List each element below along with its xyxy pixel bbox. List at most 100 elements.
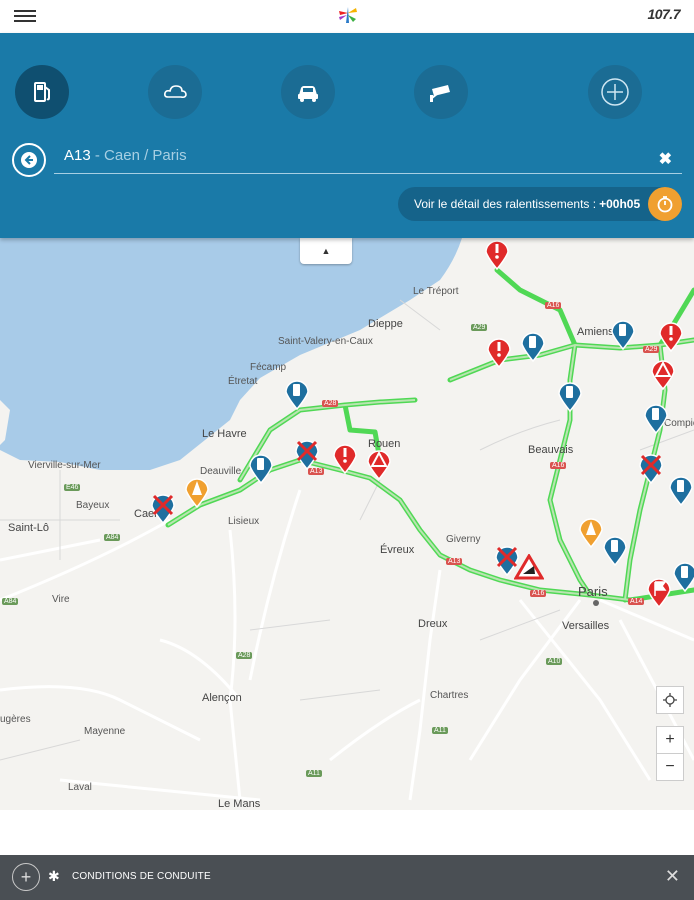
map-label-le-mans: Le Mans <box>218 798 261 810</box>
plus-icon <box>601 78 629 106</box>
camera-category-button[interactable] <box>414 65 468 119</box>
map-label-chartres: Chartres <box>430 690 469 701</box>
map-label-alencon: Alençon <box>202 692 242 704</box>
collapse-panel-button[interactable]: ▲ <box>300 238 352 264</box>
route-underline <box>54 173 682 174</box>
road-chip: A16 <box>530 590 547 597</box>
road-chip: A11 <box>306 770 322 777</box>
fuel-category-button[interactable] <box>15 65 69 119</box>
road-chip: A13 <box>446 558 463 565</box>
route-panel: A13 - Caen / Paris ✖ Voir le détail des … <box>0 33 694 238</box>
back-button[interactable] <box>12 143 46 177</box>
fuel-station-marker-icon[interactable] <box>284 378 310 410</box>
closed-station-marker-icon[interactable] <box>638 452 664 484</box>
zoom-out-button[interactable]: − <box>656 753 684 781</box>
map-label-fecamp: Fécamp <box>250 362 287 373</box>
accident-marker-icon[interactable] <box>650 358 676 390</box>
road-chip: E46 <box>64 484 81 491</box>
map-label-dieppe: Dieppe <box>368 318 403 330</box>
closed-station-marker-icon[interactable] <box>150 492 176 524</box>
road-chip: A16 <box>550 462 567 469</box>
fuel-station-marker-icon[interactable] <box>643 402 669 434</box>
crosshair-icon <box>663 693 677 707</box>
station-logo <box>336 3 360 27</box>
map-label-saint-valery: Saint-Valery-en-Caux <box>278 336 373 347</box>
fuel-station-marker-icon[interactable] <box>610 318 636 350</box>
route-direction: Caen / Paris <box>104 147 187 164</box>
app-root: 107.7 A13 - Caen / Paris ✖ Voir le détai… <box>0 0 694 900</box>
roadworks-marker-icon[interactable] <box>184 476 210 508</box>
road-chip: A11 <box>432 727 448 734</box>
fuel-station-marker-icon[interactable] <box>672 560 694 592</box>
gear-icon: ✱ <box>48 868 60 884</box>
alert-marker-icon[interactable] <box>484 238 510 270</box>
road-chip: A10 <box>546 658 563 665</box>
fuel-station-marker-icon[interactable] <box>668 474 694 506</box>
flag-marker-icon[interactable] <box>646 576 672 608</box>
route-road: A13 <box>64 147 91 164</box>
slowdown-label: Voir le détail des ralentissements : <box>414 197 597 211</box>
road-chip: A84 <box>2 598 19 605</box>
chevron-up-icon: ▲ <box>321 246 331 256</box>
camera-icon <box>430 85 450 102</box>
add-category-button[interactable] <box>588 65 642 119</box>
road-chip: A16 <box>545 302 562 309</box>
slowdown-value: +00h05 <box>599 197 641 211</box>
stopwatch-icon <box>648 187 682 221</box>
car-icon <box>298 86 318 102</box>
menu-icon[interactable] <box>14 7 36 25</box>
slowdown-details-button[interactable]: Voir le détail des ralentissements : +00h… <box>398 187 682 221</box>
traffic-category-button[interactable] <box>281 65 335 119</box>
map-label-le-havre: Le Havre <box>202 428 247 440</box>
fuel-pump-icon <box>34 82 50 102</box>
warning-sign-icon[interactable] <box>514 554 544 580</box>
map-label-mayenne: Mayenne <box>84 726 126 737</box>
cloud-icon <box>164 85 187 99</box>
road-chip: A29 <box>471 324 488 331</box>
locate-button[interactable] <box>656 686 684 714</box>
route-title: A13 - Caen / Paris <box>64 147 187 164</box>
map-label-beauvais: Beauvais <box>528 444 574 456</box>
map-label-giverny: Giverny <box>446 534 481 545</box>
map-label-fougeres: ugères <box>0 714 31 725</box>
driving-conditions-bar[interactable]: + ✱ CONDITIONS DE CONDUITE ✕ <box>0 855 694 900</box>
map-label-vire: Vire <box>52 594 70 605</box>
road-chip: A28 <box>236 652 253 659</box>
road-chip: A14 <box>628 598 645 605</box>
route-bar: A13 - Caen / Paris ✖ <box>12 143 682 179</box>
alert-marker-icon[interactable] <box>332 442 358 474</box>
plus-icon[interactable]: + <box>12 863 40 891</box>
map-label-vierville: Vierville-sur-Mer <box>28 460 101 471</box>
map-label-versailles: Versailles <box>562 620 610 632</box>
map-label-amiens: Amiens <box>577 326 614 338</box>
weather-category-button[interactable] <box>148 65 202 119</box>
frequency-label: 107.7 <box>647 6 680 22</box>
alert-marker-icon[interactable] <box>486 336 512 368</box>
map-label-treport: Le Tréport <box>413 286 459 297</box>
route-separator: - <box>90 147 105 164</box>
alert-marker-icon[interactable] <box>658 320 684 352</box>
fuel-station-marker-icon[interactable] <box>248 452 274 484</box>
map-label-laval: Laval <box>68 782 92 793</box>
fuel-station-marker-icon[interactable] <box>557 380 583 412</box>
accident-marker-icon[interactable] <box>366 448 392 480</box>
map-label-bayeux: Bayeux <box>76 500 110 511</box>
arrow-left-icon <box>21 152 37 168</box>
map-label-etretat: Étretat <box>228 376 258 387</box>
driving-conditions-label: CONDITIONS DE CONDUITE <box>72 871 211 882</box>
road-chip: A84 <box>104 534 121 541</box>
map-label-dreux: Dreux <box>418 618 448 630</box>
map-label-lisieux: Lisieux <box>228 516 260 527</box>
map-view[interactable]: ▲ Le Tréport Dieppe Saint-Valery-en-Caux… <box>0 238 694 810</box>
road-chip: A29 <box>643 346 660 353</box>
closed-station-marker-icon[interactable] <box>294 438 320 470</box>
map-label-paris: Paris <box>578 584 608 599</box>
zoom-in-button[interactable]: + <box>656 726 684 754</box>
roadworks-marker-icon[interactable] <box>578 516 604 548</box>
fuel-station-marker-icon[interactable] <box>520 330 546 362</box>
map-label-evreux: Évreux <box>380 544 415 556</box>
close-icon[interactable]: ✕ <box>665 866 680 887</box>
top-bar: 107.7 <box>0 0 694 33</box>
clear-route-button[interactable]: ✖ <box>659 149 672 169</box>
fuel-station-marker-icon[interactable] <box>602 534 628 566</box>
